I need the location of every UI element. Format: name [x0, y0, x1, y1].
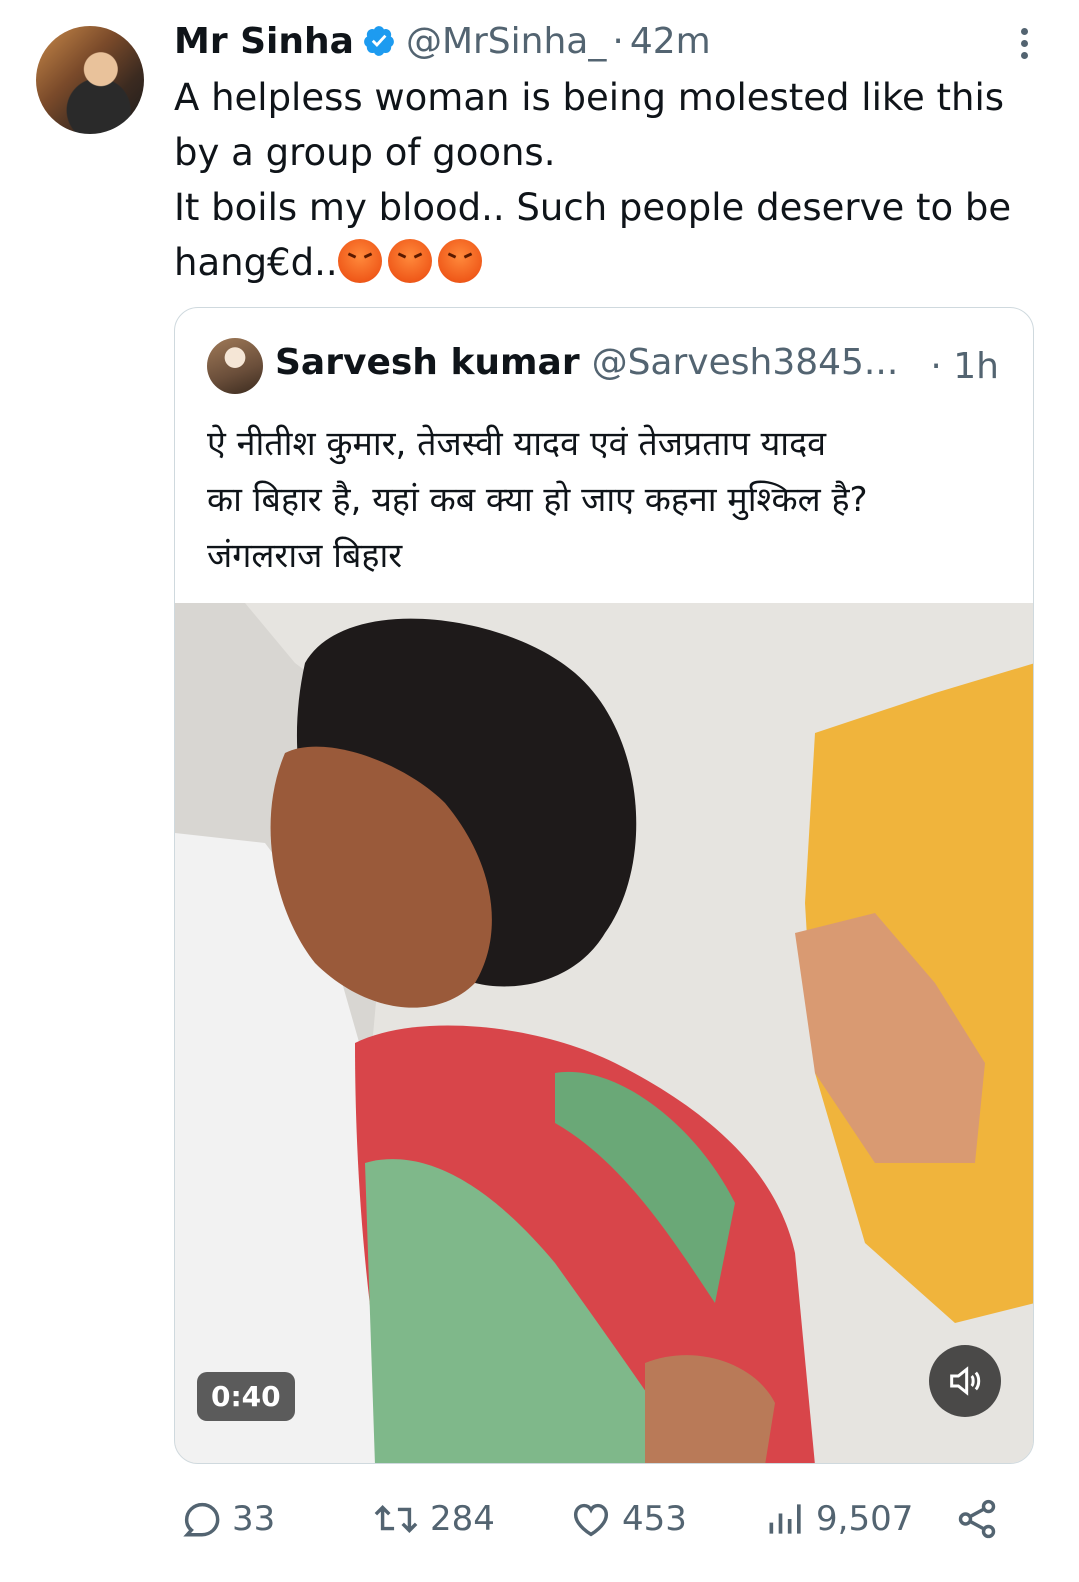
tweet-text: A helpless woman is being molested like …	[174, 70, 1054, 290]
author-avatar[interactable]	[36, 26, 144, 134]
verified-badge-icon	[364, 26, 394, 56]
quoted-author-avatar[interactable]	[207, 338, 263, 394]
quoted-tweet[interactable]: Sarvesh kumar @Sarvesh3845... · 1h ऐ नीत…	[174, 307, 1034, 1464]
like-count: 453	[622, 1499, 687, 1539]
quoted-author-handle[interactable]: @Sarvesh3845...	[592, 342, 899, 383]
angry-face-emoji	[387, 239, 432, 283]
views-count: 9,507	[816, 1499, 914, 1539]
angry-face-emoji	[337, 239, 382, 283]
tweet-header: Mr Sinha @MrSinha_ · 42m	[174, 18, 711, 64]
quoted-tweet-time[interactable]: · 1h	[930, 346, 999, 387]
repost-icon	[374, 1505, 418, 1533]
mute-button[interactable]	[929, 1345, 1001, 1417]
repost-count: 284	[430, 1499, 495, 1539]
author-name[interactable]: Mr Sinha	[174, 21, 354, 62]
video-frame	[175, 603, 1033, 1463]
quoted-author-name[interactable]: Sarvesh kumar	[275, 342, 580, 383]
video-duration: 0:40	[197, 1372, 295, 1421]
speaker-muted-icon	[950, 1366, 981, 1396]
tweet-actions-bar: 33 284 453 9,507	[0, 1496, 1079, 1552]
angry-face-emoji	[437, 239, 482, 283]
share-icon	[958, 1499, 996, 1539]
quoted-tweet-header: Sarvesh kumar @Sarvesh3845...	[275, 342, 898, 383]
author-handle[interactable]: @MrSinha_	[406, 21, 606, 62]
tweet-time[interactable]: 42m	[630, 21, 711, 62]
repost-button[interactable]: 284	[370, 1496, 495, 1542]
views-button[interactable]: 9,507	[764, 1496, 913, 1542]
quoted-tweet-text: ऐ नीतीश कुमार, तेजस्वी यादव एवं तेजप्रता…	[207, 424, 868, 576]
separator-dot: ·	[612, 20, 624, 62]
share-button[interactable]	[954, 1496, 1008, 1542]
views-chart-icon	[769, 1504, 801, 1534]
reply-count: 33	[232, 1499, 276, 1539]
video-player[interactable]: 0:40	[175, 603, 1033, 1463]
heart-icon	[573, 1503, 609, 1537]
more-options-icon[interactable]	[1021, 28, 1031, 64]
tweet-body: A helpless woman is being molested like …	[174, 76, 1012, 284]
reply-icon	[183, 1502, 220, 1537]
reply-button[interactable]: 33	[178, 1496, 275, 1542]
like-button[interactable]: 453	[568, 1496, 687, 1542]
